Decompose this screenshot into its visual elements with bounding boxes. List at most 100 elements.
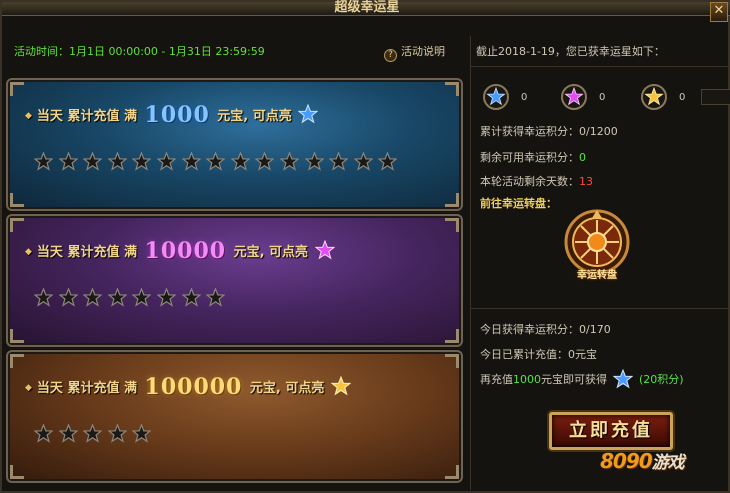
empty-star-icon <box>83 424 103 443</box>
empty-star-icon <box>83 152 103 171</box>
total-points-label: 累计获得幸运积分： <box>480 125 579 138</box>
tier-prefix: 当天 累计充值 满 <box>36 245 137 260</box>
recharge-now-button[interactable]: 立即充值 <box>549 412 673 450</box>
purple-star-gem-icon <box>561 84 587 110</box>
today-recharge-value: 0元宝 <box>568 348 597 361</box>
tier-card-gold: ◆ 当天 累计充值 满 100000 元宝, 可点亮 <box>6 350 463 483</box>
empty-star-icon <box>83 288 103 307</box>
watermark-brand: 8090 <box>600 449 653 473</box>
blue-star-icon <box>613 369 633 389</box>
star-slots <box>34 288 231 310</box>
empty-star-icon <box>206 288 226 307</box>
tier-amount: 100000 <box>144 374 243 400</box>
empty-star-icon <box>206 152 226 171</box>
next-reward-prefix: 再充值 <box>480 373 513 386</box>
empty-star-icon <box>107 152 127 171</box>
title-bar: 超级幸运星 <box>2 0 730 16</box>
blue-star-icon <box>298 104 319 124</box>
empty-star-icon <box>58 288 78 307</box>
empty-star-icon <box>107 288 127 307</box>
blue-star-gem-icon <box>483 84 509 110</box>
close-button[interactable]: ✕ <box>710 2 728 22</box>
empty-star-icon <box>156 152 176 171</box>
tier-requirement: ◆ 当天 累计充值 满 100000 元宝, 可点亮 <box>25 374 351 400</box>
gem-counts: 0 0 0 <box>481 84 730 110</box>
total-points: 累计获得幸运积分：0/1200 <box>480 123 618 139</box>
purple-star-count: 0 <box>599 92 606 103</box>
watermark-cn: 游戏 <box>651 453 685 473</box>
site-watermark: 8090游戏 <box>600 448 685 473</box>
empty-star-icon <box>156 288 176 307</box>
activity-bar: 活动时间：1月1日 00:00:00 - 1月31日 23:59:59 ? 活动说… <box>6 36 463 66</box>
remaining-points: 剩余可用幸运积分：0 <box>480 149 586 165</box>
empty-star-icon <box>132 424 152 443</box>
as-of-text: 截止2018-1-19，您已获幸运星如下： <box>476 45 665 58</box>
empty-star-icon <box>34 152 53 171</box>
divider <box>471 66 729 67</box>
divider <box>471 308 729 309</box>
empty-star-icon <box>378 152 398 171</box>
empty-star-icon <box>58 424 78 443</box>
empty-star-icon <box>304 152 324 171</box>
window-title: 超级幸运星 <box>334 0 400 15</box>
empty-star-icon <box>255 152 275 171</box>
close-icon: ✕ <box>713 3 725 18</box>
next-reward: 再充值1000元宝即可获得 (20积分) <box>480 369 684 389</box>
purple-star-icon <box>314 240 335 260</box>
tier-suffix: 元宝, 可点亮 <box>217 109 292 124</box>
empty-star-icon <box>34 424 53 443</box>
goto-wheel-label: 前往幸运转盘： <box>480 197 557 210</box>
diamond-bullet-icon: ◆ <box>25 383 32 393</box>
activity-help-label: 活动说明 <box>401 45 445 58</box>
remaining-points-value: 0 <box>579 151 586 164</box>
activity-time-label: 活动时间： <box>14 45 69 58</box>
today-recharge-label: 今日已累计充值： <box>480 348 568 361</box>
tier-suffix: 元宝, 可点亮 <box>249 381 325 396</box>
gold-star-count: 0 <box>679 92 686 103</box>
tier-card-blue: ◆ 当天 累计充值 满 1000 元宝, 可点亮 <box>6 78 463 211</box>
tier-amount: 1000 <box>144 102 210 128</box>
gem-row-end <box>701 89 730 105</box>
days-left-value: 13 <box>579 175 593 188</box>
gold-star-gem-icon <box>641 84 667 110</box>
tier-suffix: 元宝, 可点亮 <box>233 245 309 260</box>
gold-star-icon <box>330 376 351 396</box>
next-reward-amount: 1000 <box>513 373 541 386</box>
today-recharge: 今日已累计充值：0元宝 <box>480 346 597 362</box>
empty-star-icon <box>34 288 53 307</box>
lucky-wheel-label[interactable]: 幸运转盘 <box>562 266 632 281</box>
empty-star-icon <box>329 152 349 171</box>
today-points-label: 今日获得幸运积分： <box>480 323 579 336</box>
empty-star-icon <box>279 152 299 171</box>
empty-star-icon <box>58 152 78 171</box>
empty-star-icon <box>230 152 250 171</box>
empty-star-icon <box>132 288 152 307</box>
question-icon: ? <box>384 49 397 62</box>
diamond-bullet-icon: ◆ <box>25 111 32 121</box>
activity-time: 活动时间：1月1日 00:00:00 - 1月31日 23:59:59 <box>14 43 265 59</box>
star-slots <box>34 152 403 174</box>
tier-requirement: ◆ 当天 累计充值 满 10000 元宝, 可点亮 <box>25 238 335 264</box>
diamond-bullet-icon: ◆ <box>25 247 32 257</box>
days-left: 本轮活动剩余天数：13 <box>480 173 593 189</box>
empty-star-icon <box>107 424 127 443</box>
activity-time-range: 1月1日 00:00:00 - 1月31日 23:59:59 <box>69 45 265 58</box>
tier-amount: 10000 <box>144 238 227 264</box>
today-points-value: 0/170 <box>579 323 611 336</box>
remaining-points-label: 剩余可用幸运积分： <box>480 151 579 164</box>
empty-star-icon <box>353 152 373 171</box>
tier-prefix: 当天 累计充值 满 <box>36 109 137 124</box>
activity-help-link[interactable]: ? 活动说明 <box>384 43 445 62</box>
tier-prefix: 当天 累计充值 满 <box>36 381 137 396</box>
status-panel: 截止2018-1-19，您已获幸运星如下： 0 0 0 累计获得幸运积分：0/1… <box>470 36 730 490</box>
next-reward-points: (20积分) <box>639 373 684 386</box>
empty-star-icon <box>132 152 152 171</box>
tier-panel: 活动时间：1月1日 00:00:00 - 1月31日 23:59:59 ? 活动说… <box>6 36 463 490</box>
days-left-label: 本轮活动剩余天数： <box>480 175 579 188</box>
total-points-value: 0/1200 <box>579 125 618 138</box>
today-points: 今日获得幸运积分：0/170 <box>480 321 611 337</box>
blue-star-count: 0 <box>521 92 528 103</box>
tier-requirement: ◆ 当天 累计充值 满 1000 元宝, 可点亮 <box>25 102 319 128</box>
empty-star-icon <box>181 288 201 307</box>
empty-star-icon <box>181 152 201 171</box>
